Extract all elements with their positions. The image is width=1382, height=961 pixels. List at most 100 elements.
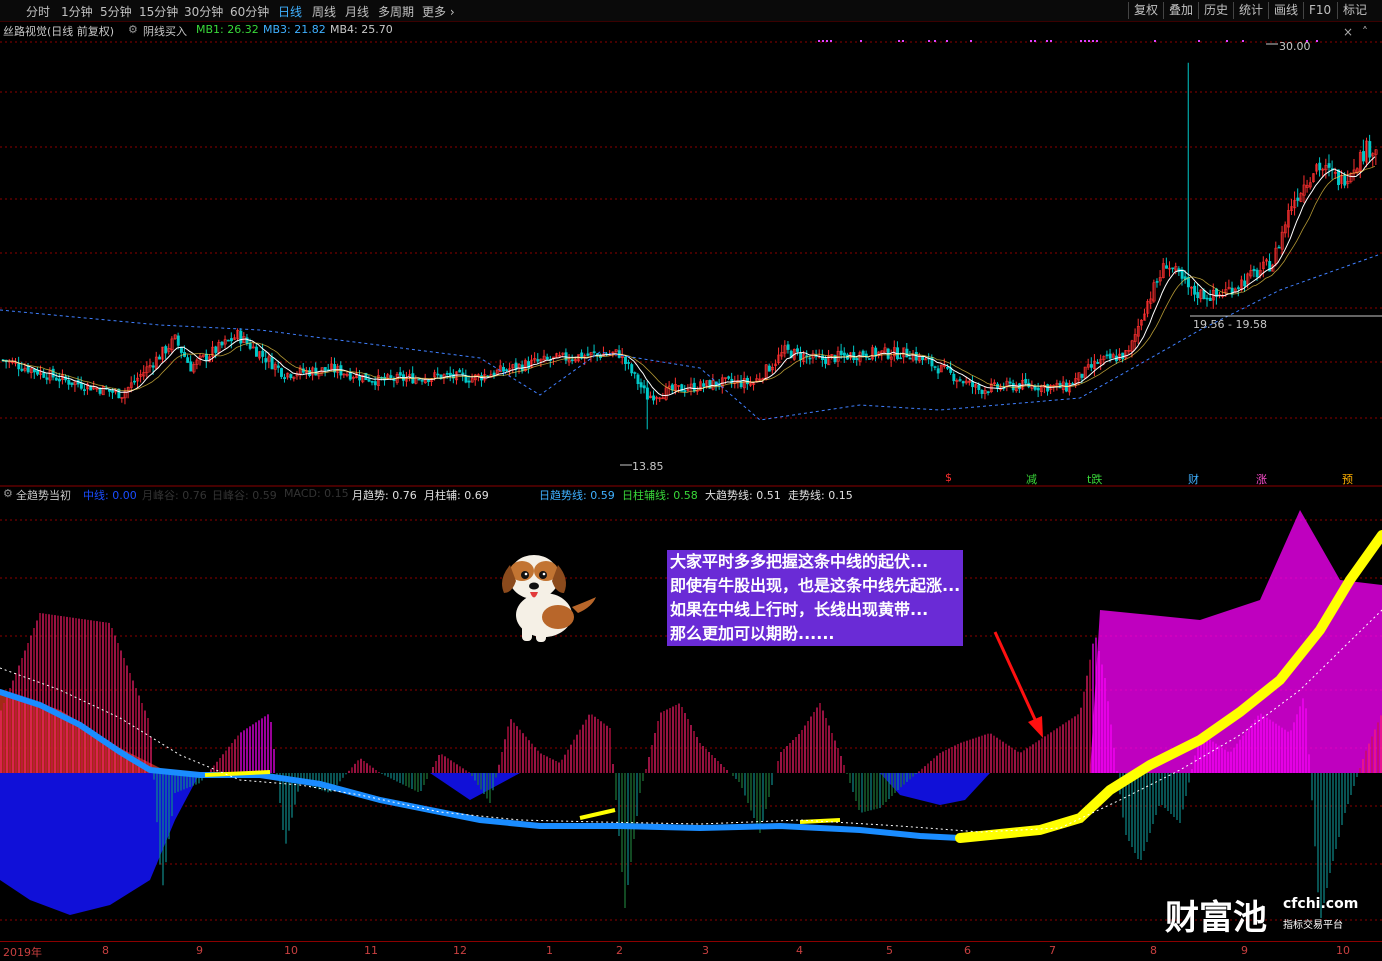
candle-body — [420, 380, 424, 382]
candle-body — [1236, 287, 1240, 289]
period-tab-daily[interactable]: 日线 — [278, 3, 302, 20]
candle-body — [630, 364, 634, 374]
annotation-arrow-head — [1028, 716, 1043, 738]
f10-button[interactable]: F10 — [1303, 2, 1336, 19]
candle-body — [839, 350, 843, 355]
candle-body — [111, 390, 115, 393]
overlay-button[interactable]: 叠加 — [1163, 2, 1198, 19]
candle-body — [1089, 364, 1093, 368]
longline-yellow-segment — [579, 808, 616, 820]
mb3-value: MB3: 21.82 — [263, 23, 326, 36]
moving-average-lines — [0, 156, 1379, 421]
period-tab[interactable]: 分时 — [26, 3, 50, 20]
candle-body — [1343, 175, 1347, 186]
indicator-title[interactable]: 全趋势当初 — [16, 487, 71, 503]
candle-body — [158, 356, 161, 360]
candle-body — [936, 368, 940, 374]
candle-body — [855, 358, 859, 361]
x-tick: 8 — [102, 944, 109, 957]
candle-body — [867, 358, 871, 360]
candle-body — [83, 389, 86, 391]
candle-body — [79, 382, 83, 389]
candle-body — [323, 367, 327, 371]
candle-body — [1108, 353, 1112, 359]
candle-body — [592, 351, 596, 354]
stats-button[interactable]: 统计 — [1233, 2, 1268, 19]
trend-dotted-line — [0, 254, 1379, 421]
period-tab[interactable]: 30分钟 — [184, 3, 223, 20]
candle-body — [624, 356, 627, 364]
signal-dot — [1316, 40, 1318, 42]
mb1-value: MB1: 26.32 — [196, 23, 259, 36]
candle-body — [1024, 378, 1028, 384]
signal-dot — [1034, 40, 1036, 42]
candle-body — [971, 381, 975, 388]
annotation-line: 大家平时多多把握这条中线的起伏... — [667, 550, 964, 574]
candle-body — [1327, 163, 1331, 168]
period-tab[interactable]: 5分钟 — [100, 3, 132, 20]
settings-icon[interactable]: ⚙ — [3, 487, 13, 500]
signal-dot — [928, 40, 930, 42]
chevron-up-icon[interactable]: ˄ — [1362, 25, 1368, 39]
adjust-button[interactable]: 复权 — [1128, 2, 1163, 19]
candle-body — [502, 366, 505, 372]
candle-body — [176, 335, 180, 346]
candle-body — [905, 348, 909, 358]
ind-item-day-trend: 日趋势线: 0.59 — [539, 489, 615, 502]
history-button[interactable]: 历史 — [1198, 2, 1233, 19]
ind-item-month-peak: 月峰谷: 0.76 — [142, 489, 207, 502]
mark-button[interactable]: 标记 — [1337, 2, 1372, 19]
candle-body — [179, 346, 183, 353]
watermark-site: cfchi.com — [1283, 896, 1359, 912]
signal-dot — [1084, 40, 1086, 42]
range-price-label: 19.56 - 19.58 — [1193, 318, 1267, 331]
candle-body — [1186, 277, 1190, 288]
candle-body — [842, 352, 846, 356]
signal-markers — [818, 40, 1318, 42]
chart-canvas[interactable] — [0, 0, 1382, 960]
candle-body — [448, 372, 452, 377]
more-label: 更多 — [422, 5, 447, 19]
candle-body — [1208, 297, 1212, 302]
candle-body — [57, 378, 61, 382]
period-tab[interactable]: 1分钟 — [61, 3, 93, 20]
candle-body — [692, 382, 696, 392]
settings-icon[interactable]: ⚙ — [128, 23, 138, 36]
candle-body — [1033, 386, 1037, 390]
more-periods-button[interactable]: 更多 › — [422, 3, 455, 20]
candle-body — [51, 368, 55, 378]
signal-dot — [1198, 40, 1200, 42]
candle-body — [1196, 292, 1200, 299]
candle-body — [67, 380, 71, 385]
candle-body — [1202, 289, 1206, 300]
period-tab[interactable]: 多周期 — [378, 3, 414, 20]
period-tab[interactable]: 月线 — [345, 3, 369, 20]
ma-short-line — [1, 156, 1376, 397]
x-tick: 10 — [284, 944, 298, 957]
candle-body — [220, 341, 224, 346]
close-icon[interactable]: × — [1343, 25, 1353, 39]
period-tab[interactable]: 60分钟 — [230, 3, 269, 20]
candle-body — [952, 373, 956, 382]
candle-body — [1277, 246, 1281, 249]
candle-body — [799, 352, 803, 361]
x-tick: 1 — [546, 944, 553, 957]
candle-body — [229, 338, 233, 342]
candle-body — [189, 361, 193, 372]
candle-body — [45, 377, 49, 380]
midline-negative-area — [880, 773, 990, 805]
candle-body — [645, 387, 649, 400]
ind-item-big-trend: 大趋势线: 0.51 — [705, 489, 781, 502]
draw-button[interactable]: 画线 — [1268, 2, 1303, 19]
period-tab[interactable]: 15分钟 — [139, 3, 178, 20]
candle-body — [536, 359, 540, 362]
candle-body — [1036, 387, 1040, 391]
signal-dot — [1154, 40, 1156, 42]
period-tab[interactable]: 周线 — [312, 3, 336, 20]
candle-body — [1080, 373, 1084, 378]
indicator-name[interactable]: 阴线买入 — [143, 23, 187, 39]
signal-dot — [830, 40, 832, 42]
candle-body — [824, 358, 828, 364]
annotation-box: 大家平时多多把握这条中线的起伏... 即使有牛股出现，也是这条中线先起涨... … — [667, 550, 964, 646]
candle-body — [151, 365, 155, 368]
